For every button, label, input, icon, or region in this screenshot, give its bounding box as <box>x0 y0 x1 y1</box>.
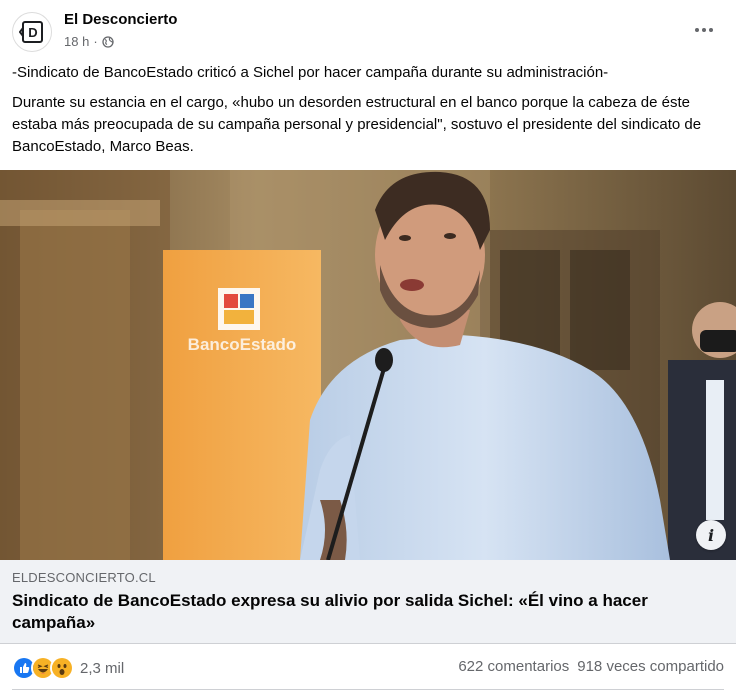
link-title[interactable]: Sindicato de BancoEstado expresa su aliv… <box>12 590 712 634</box>
post-footer: 2,3 mil 622 comentarios 918 veces compar… <box>0 644 736 690</box>
wow-icon <box>50 656 74 680</box>
link-preview[interactable]: ELDESCONCIERTO.CL Sindicato de BancoEsta… <box>0 560 736 644</box>
comments-count[interactable]: 622 comentarios <box>458 658 569 675</box>
post-time[interactable]: 18 h <box>64 34 89 49</box>
globe-icon <box>102 35 114 48</box>
post-text: -Sindicato de BancoEstado criticó a Sich… <box>12 62 724 166</box>
reaction-count: 2,3 mil <box>80 659 125 677</box>
post-meta: 18 h · <box>64 34 114 49</box>
more-dots-icon <box>695 28 713 32</box>
footer-divider <box>12 689 724 690</box>
photo-illustration: BancoEstado <box>0 170 736 560</box>
banner-text: BancoEstado <box>188 335 297 354</box>
facebook-post: D El Desconcierto 18 h · -Sindicato de B… <box>0 0 736 698</box>
link-domain: ELDESCONCIERTO.CL <box>12 570 156 585</box>
page-avatar[interactable]: D <box>12 12 52 52</box>
page-name[interactable]: El Desconcierto <box>64 11 177 28</box>
el-desconcierto-logo-icon: D <box>19 21 43 43</box>
reactions-summary[interactable]: 2,3 mil <box>12 656 124 680</box>
meta-separator: · <box>93 34 98 49</box>
engagement-stats: 622 comentarios 918 veces compartido <box>458 658 724 675</box>
post-photo[interactable]: BancoEstado i <box>0 170 736 560</box>
post-header: D El Desconcierto 18 h · <box>0 0 736 60</box>
post-body: Durante su estancia en el cargo, «hubo u… <box>12 94 702 155</box>
shares-count[interactable]: 918 veces compartido <box>577 658 724 675</box>
post-headline: -Sindicato de BancoEstado criticó a Sich… <box>12 64 609 81</box>
avatar-letter: D <box>28 25 37 40</box>
more-options-button[interactable] <box>686 16 722 44</box>
info-button[interactable]: i <box>696 520 726 550</box>
